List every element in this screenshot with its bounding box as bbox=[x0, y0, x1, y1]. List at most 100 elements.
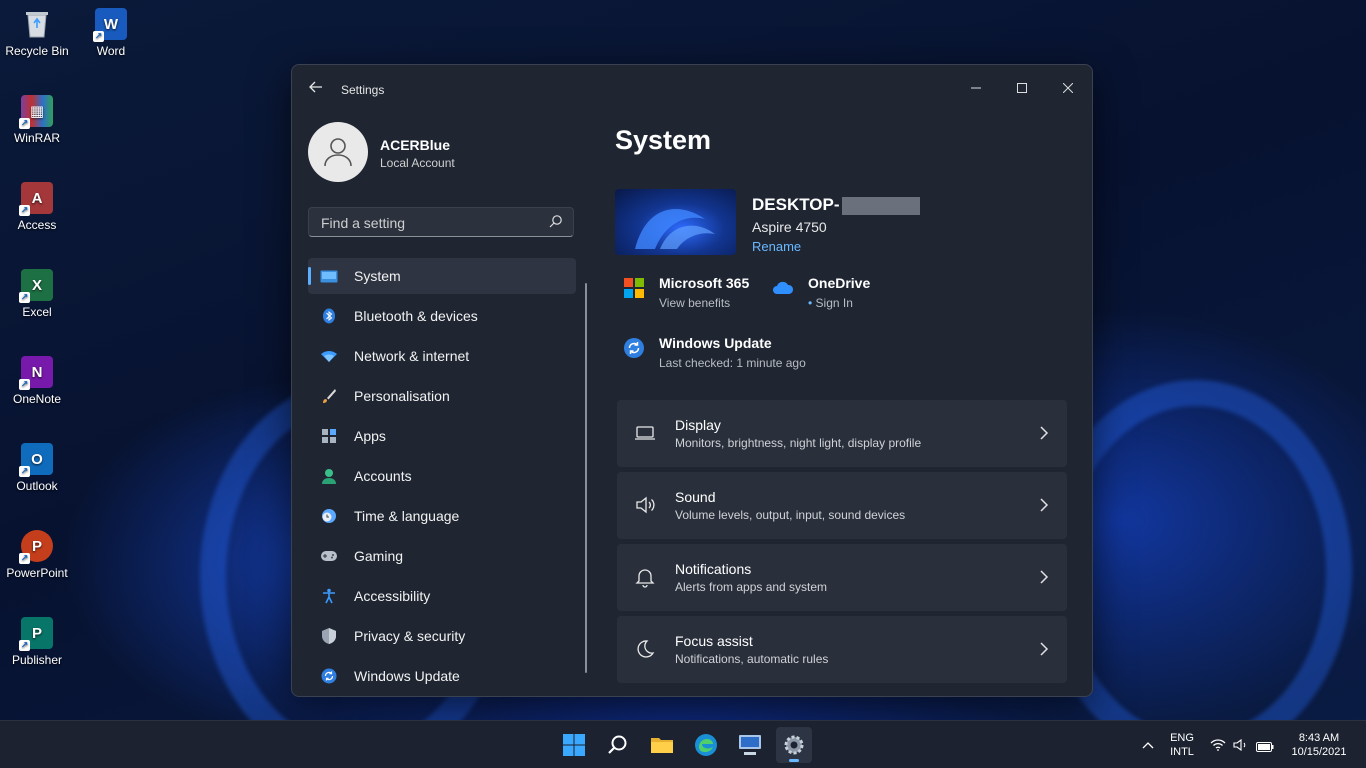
status-dot-icon: • bbox=[808, 296, 816, 310]
sidebar-item-accounts[interactable]: Accounts bbox=[308, 458, 576, 494]
battery-icon bbox=[1256, 742, 1274, 752]
desktop-icon-winrar[interactable]: ▦ ↗ WinRAR bbox=[0, 95, 74, 145]
access-icon: A ↗ bbox=[19, 182, 53, 216]
desktop-icon-excel[interactable]: X ↗ Excel bbox=[0, 269, 74, 319]
sidebar-item-bluetooth-devices[interactable]: Bluetooth & devices bbox=[308, 298, 576, 334]
close-button[interactable] bbox=[1045, 73, 1091, 103]
system-icon bbox=[320, 267, 338, 285]
onedrive-tile[interactable]: OneDrive • Sign In bbox=[772, 275, 902, 315]
profile-name: ACERBlue bbox=[380, 137, 451, 153]
volume-button[interactable] bbox=[1233, 738, 1249, 756]
desktop-icon-publisher[interactable]: P ↗ Publisher bbox=[0, 617, 74, 667]
sidebar-item-windows-update[interactable]: Windows Update bbox=[308, 658, 576, 694]
recycle-bin-icon bbox=[21, 8, 53, 40]
clock-globe-icon bbox=[320, 507, 338, 525]
settings-taskbar-button[interactable] bbox=[776, 727, 812, 763]
sidebar-nav: System Bluetooth & devices Network & int… bbox=[308, 258, 576, 696]
bluetooth-icon bbox=[320, 307, 338, 325]
search-box bbox=[308, 207, 574, 237]
outlook-icon: O ↗ bbox=[19, 443, 53, 477]
wifi-icon bbox=[1210, 739, 1226, 751]
settings-window: Settings ACERBlue Local Account System bbox=[291, 64, 1093, 697]
window-title: Settings bbox=[341, 83, 385, 97]
back-button[interactable] bbox=[306, 79, 326, 99]
sidebar-item-time-language[interactable]: Time & language bbox=[308, 498, 576, 534]
file-explorer-button[interactable] bbox=[644, 727, 680, 763]
brush-icon bbox=[320, 387, 338, 405]
device-model: Aspire 4750 bbox=[752, 219, 827, 235]
card-sound[interactable]: Sound Volume levels, output, input, soun… bbox=[617, 472, 1067, 539]
minimize-icon bbox=[971, 87, 981, 89]
sidebar-item-apps[interactable]: Apps bbox=[308, 418, 576, 454]
minimize-button[interactable] bbox=[953, 73, 999, 103]
sidebar-item-network-internet[interactable]: Network & internet bbox=[308, 338, 576, 374]
chevron-right-icon bbox=[1040, 426, 1049, 440]
excel-icon: X ↗ bbox=[19, 269, 53, 303]
maximize-button[interactable] bbox=[999, 73, 1045, 103]
remote-desktop-button[interactable] bbox=[732, 727, 768, 763]
network-status-button[interactable] bbox=[1210, 738, 1226, 756]
chevron-right-icon bbox=[1040, 642, 1049, 656]
start-button[interactable] bbox=[556, 727, 592, 763]
search-input[interactable] bbox=[319, 212, 543, 234]
settings-cards: Display Monitors, brightness, night ligh… bbox=[617, 400, 1067, 688]
avatar[interactable] bbox=[308, 122, 368, 182]
back-arrow-icon bbox=[309, 81, 322, 93]
speaker-icon bbox=[636, 496, 655, 514]
onedrive-cloud-icon bbox=[773, 281, 794, 294]
close-icon bbox=[1062, 82, 1074, 94]
chevron-right-icon bbox=[1040, 498, 1049, 512]
desktop-icon-access[interactable]: A ↗ Access bbox=[0, 182, 74, 232]
desktop-icon-word[interactable]: W ↗ Word bbox=[74, 8, 148, 58]
sidebar-scrollbar[interactable] bbox=[585, 283, 587, 673]
desktop-icon-recycle-bin[interactable]: Recycle Bin bbox=[0, 8, 74, 58]
desktop-icon-outlook[interactable]: O ↗ Outlook bbox=[0, 443, 74, 493]
sidebar-item-personalisation[interactable]: Personalisation bbox=[308, 378, 576, 414]
active-app-indicator bbox=[789, 759, 799, 762]
apps-icon bbox=[320, 427, 338, 445]
taskbar-search-button[interactable] bbox=[600, 727, 636, 763]
taskbar: ENG INTL 8:43 AM 10/15/2021 bbox=[0, 720, 1366, 768]
microsoft-365-tile[interactable]: Microsoft 365 View benefits bbox=[623, 275, 773, 315]
show-hidden-icons-button[interactable] bbox=[1130, 727, 1166, 763]
powerpoint-icon: P ↗ bbox=[19, 530, 53, 564]
sidebar-item-accessibility[interactable]: Accessibility bbox=[308, 578, 576, 614]
search-icon[interactable] bbox=[549, 214, 563, 228]
edge-browser-button[interactable] bbox=[688, 727, 724, 763]
gamepad-icon bbox=[320, 547, 338, 565]
account-icon bbox=[320, 467, 338, 485]
sidebar-item-gaming[interactable]: Gaming bbox=[308, 538, 576, 574]
sidebar-item-privacy-security[interactable]: Privacy & security bbox=[308, 618, 576, 654]
profile-account-type: Local Account bbox=[380, 156, 455, 170]
card-focus-assist[interactable]: Focus assist Notifications, automatic ru… bbox=[617, 616, 1067, 683]
wifi-icon bbox=[320, 347, 338, 365]
bell-icon bbox=[635, 569, 655, 588]
rename-link[interactable]: Rename bbox=[752, 239, 801, 254]
sidebar-item-system[interactable]: System bbox=[308, 258, 576, 294]
gear-icon bbox=[784, 735, 804, 755]
folder-icon bbox=[651, 738, 673, 753]
device-name: DESKTOP- bbox=[752, 195, 920, 215]
monitor-icon bbox=[635, 426, 655, 440]
search-icon bbox=[608, 735, 627, 754]
accessibility-icon bbox=[320, 587, 338, 605]
card-display[interactable]: Display Monitors, brightness, night ligh… bbox=[617, 400, 1067, 467]
card-notifications[interactable]: Notifications Alerts from apps and syste… bbox=[617, 544, 1067, 611]
desktop-icon-onenote[interactable]: N ↗ OneNote bbox=[0, 356, 74, 406]
windows-update-tile[interactable]: Windows Update Last checked: 1 minute ag… bbox=[623, 335, 843, 375]
windows-logo-icon bbox=[563, 734, 585, 756]
battery-button[interactable] bbox=[1256, 739, 1274, 757]
clock[interactable]: 8:43 AM 10/15/2021 bbox=[1284, 731, 1354, 759]
onenote-icon: N ↗ bbox=[19, 356, 53, 390]
speaker-icon bbox=[1233, 738, 1246, 752]
device-wallpaper-thumbnail bbox=[615, 189, 736, 255]
update-icon bbox=[320, 667, 338, 685]
update-icon bbox=[624, 338, 644, 358]
desktop-icon-powerpoint[interactable]: P ↗ PowerPoint bbox=[0, 530, 74, 580]
chevron-up-icon bbox=[1142, 742, 1154, 749]
moon-icon bbox=[637, 640, 655, 658]
input-language-indicator[interactable]: ENG INTL bbox=[1162, 731, 1202, 759]
chevron-right-icon bbox=[1040, 570, 1049, 584]
winrar-icon: ▦ ↗ bbox=[19, 95, 53, 129]
microsoft-365-icon bbox=[624, 278, 644, 298]
